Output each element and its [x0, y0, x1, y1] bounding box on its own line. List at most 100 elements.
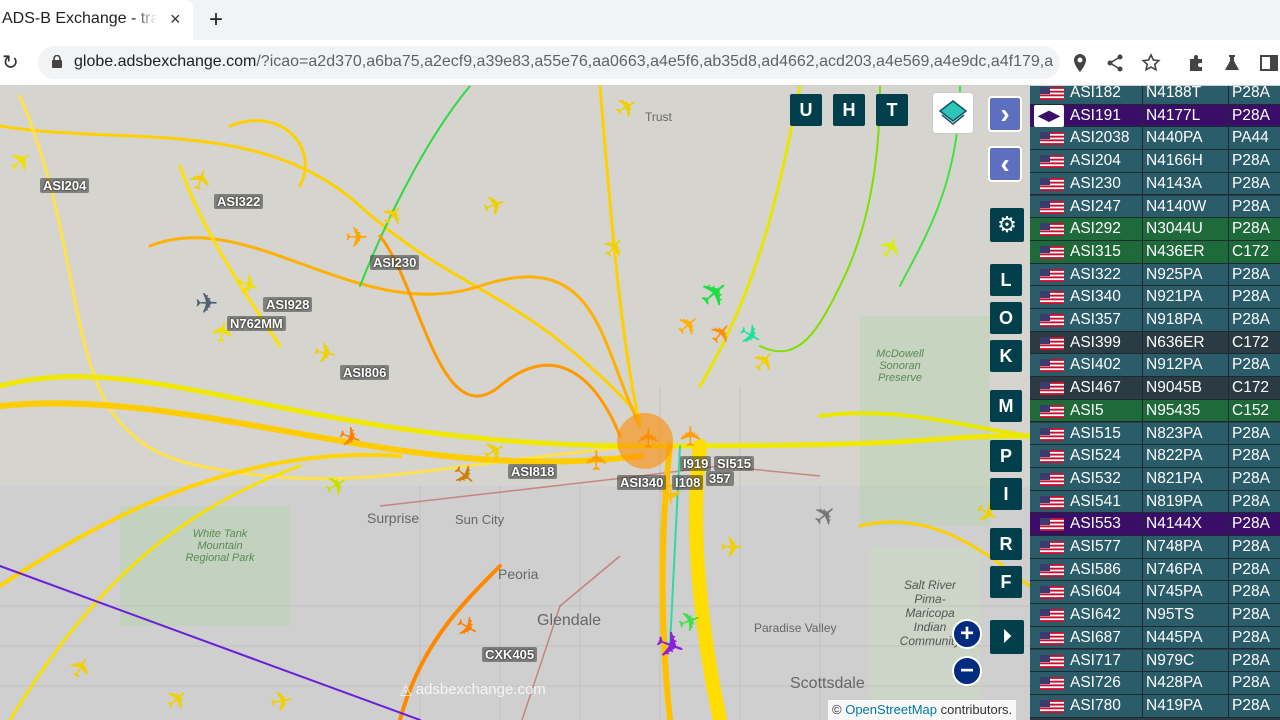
lock-icon[interactable]	[52, 55, 62, 68]
aircraft-list-row[interactable]: ASI604 N745PA P28A	[1030, 581, 1280, 605]
toggle-o-button[interactable]: O	[990, 302, 1022, 334]
aircraft-list-row[interactable]: ASI247 N4140W P28A	[1030, 195, 1280, 219]
active-tab[interactable]: ADS-B Exchange - track aircraft live ×	[0, 0, 193, 40]
aircraft-icon[interactable]: ✈	[676, 424, 707, 447]
tab-close-icon[interactable]: ×	[170, 9, 181, 30]
openstreetmap-link[interactable]: OpenStreetMap	[845, 702, 937, 717]
aircraft-list-row[interactable]: ASI230 N4143A P28A	[1030, 172, 1280, 196]
aircraft-label[interactable]: ASI340	[617, 475, 667, 490]
aircraft-list-row[interactable]: ASI541 N819PA P28A	[1030, 490, 1280, 514]
aircraft-list-row[interactable]: ASI322 N925PA P28A	[1030, 263, 1280, 287]
aircraft-icon[interactable]: ✈	[267, 684, 295, 719]
aircraft-list-row[interactable]: ASI292 N3044U P28A	[1030, 218, 1280, 241]
type-cell: P28A	[1232, 583, 1270, 601]
layers-button[interactable]	[932, 92, 974, 134]
url-text[interactable]: globe.adsbexchange.com/?icao=a2d370,a6ba…	[74, 53, 1054, 71]
aircraft-label[interactable]: I108	[672, 475, 704, 490]
aircraft-list-row[interactable]: ASI5 N95435 C152	[1030, 399, 1280, 423]
callsign-cell: ASI467	[1070, 379, 1121, 397]
toggle-f-button[interactable]: F	[990, 566, 1022, 598]
aircraft-label[interactable]: N762MM	[227, 316, 286, 331]
aircraft-list-row[interactable]: ASI2038 N440PA PA44	[1030, 127, 1280, 151]
aircraft-label[interactable]: ASI204	[40, 178, 90, 193]
aircraft-label[interactable]: ASI322	[214, 194, 264, 209]
callsign-cell: ASI5	[1070, 401, 1104, 419]
registration-cell: N748PA	[1146, 538, 1203, 555]
replay-icon[interactable]: ⏵	[990, 620, 1024, 654]
aircraft-label[interactable]: CXK405	[482, 647, 538, 662]
aircraft-list-row[interactable]: ASI204 N4166H P28A	[1030, 150, 1280, 173]
aircraft-icon[interactable]: ✈	[311, 336, 339, 371]
bookmark-star-icon[interactable]	[1141, 53, 1161, 73]
aircraft-list-row[interactable]: ASI687 N445PA P28A	[1030, 626, 1280, 650]
layers-icon	[938, 100, 968, 125]
aircraft-label[interactable]: 357	[706, 471, 734, 486]
toggle-p-button[interactable]: P	[990, 440, 1022, 472]
area-label: Trust	[645, 110, 672, 124]
aircraft-list-row[interactable]: ASI515 N823PA P28A	[1030, 422, 1280, 446]
labs-flask-icon[interactable]	[1222, 53, 1242, 73]
type-cell: P28A	[1232, 311, 1270, 328]
toggle-r-button[interactable]: R	[990, 528, 1022, 560]
aircraft-label[interactable]: ASI928	[263, 297, 313, 312]
toggle-t-button[interactable]: T	[876, 94, 908, 126]
aircraft-list-row[interactable]: ASI577 N748PA P28A	[1030, 536, 1280, 559]
aircraft-list-row[interactable]: ASI315 N436ER C172	[1030, 240, 1280, 264]
type-cell: P28A	[1232, 356, 1270, 374]
forward-nav-button[interactable]: ›	[988, 96, 1022, 132]
aircraft-icon[interactable]: ✈	[582, 448, 613, 471]
panel-resize-handle-icon[interactable]: ◀▶	[1034, 104, 1064, 127]
aircraft-list-row[interactable]: ASI340 N921PA P28A	[1030, 286, 1280, 309]
share-icon[interactable]	[1105, 53, 1125, 73]
aircraft-label[interactable]: I919	[680, 456, 712, 471]
aircraft-list-row[interactable]: ASI553 N4144X P28A	[1030, 513, 1280, 536]
town-label: Scottsdale	[790, 675, 865, 692]
aircraft-list-row[interactable]: ASI726 N428PA P28A	[1030, 672, 1280, 695]
aircraft-list-row[interactable]: ASI780 N419PA P28A	[1030, 694, 1280, 718]
aircraft-icon[interactable]: ✈	[195, 290, 218, 318]
aircraft-icon[interactable]: ✈	[345, 224, 368, 252]
omnibox[interactable]: globe.adsbexchange.com/?icao=a2d370,a6ba…	[38, 46, 1060, 79]
reload-icon[interactable]: ↻	[2, 50, 19, 75]
callsign-cell: ASI541	[1070, 492, 1121, 510]
aircraft-icon[interactable]: ✈	[634, 426, 665, 449]
aircraft-label[interactable]: SI515	[714, 456, 754, 471]
aircraft-list-row[interactable]: ASI357 N918PA P28A	[1030, 309, 1280, 332]
aircraft-list-panel[interactable]: ASI182 N4188T P28A ASI191 N4177L P28A ASI2038 N…	[1030, 86, 1280, 720]
settings-gear-icon[interactable]: ⚙	[990, 208, 1024, 242]
toggle-u-button[interactable]: U	[790, 94, 822, 126]
aircraft-list-row[interactable]: ASI532 N821PA P28A	[1030, 467, 1280, 491]
toggle-k-button[interactable]: K	[990, 340, 1022, 372]
zoom-in-button[interactable]: +	[952, 619, 982, 649]
zoom-out-button[interactable]: −	[952, 656, 982, 686]
type-cell: P28A	[1232, 560, 1270, 578]
aircraft-label[interactable]: ASI806	[340, 365, 390, 380]
toggle-l-button[interactable]: L	[990, 264, 1022, 296]
location-icon[interactable]	[1070, 53, 1090, 73]
registration-cell: N440PA	[1146, 129, 1203, 147]
toggle-h-button[interactable]: H	[833, 94, 865, 126]
type-cell: P28A	[1232, 515, 1270, 533]
aircraft-list-row[interactable]: ASI467 N9045B C172	[1030, 377, 1280, 400]
toggle-m-button[interactable]: M	[990, 390, 1022, 422]
aircraft-list-row[interactable]: ASI524 N822PA P28A	[1030, 445, 1280, 468]
back-nav-button[interactable]: ‹	[988, 146, 1022, 182]
aircraft-list-row[interactable]: ASI717 N979C P28A	[1030, 649, 1280, 673]
aircraft-label[interactable]: ASI230	[370, 255, 420, 270]
aircraft-list-row[interactable]: ASI191 N4177L P28A	[1030, 104, 1280, 128]
aircraft-label[interactable]: ASI818	[508, 464, 558, 479]
aircraft-list-row[interactable]: ASI642 N95TS P28A	[1030, 604, 1280, 627]
new-tab-button[interactable]: +	[209, 6, 223, 34]
aircraft-list-row[interactable]: ASI399 N636ER C172	[1030, 331, 1280, 355]
aircraft-list-row[interactable]: ASI586 N746PA P28A	[1030, 558, 1280, 582]
side-panel-icon[interactable]	[1259, 53, 1279, 73]
registration-cell: N636ER	[1146, 333, 1205, 351]
extensions-icon[interactable]	[1186, 53, 1206, 73]
flight-map[interactable]: Surprise Sun City Peoria Glendale Scotts…	[0, 86, 1030, 720]
tab-title[interactable]: ADS-B Exchange - track aircraft live	[2, 10, 157, 28]
aircraft-list-row[interactable]: ASI402 N912PA P28A	[1030, 354, 1280, 378]
aircraft-icon[interactable]: ✈	[720, 534, 743, 562]
aircraft-list-row[interactable]: ASI182 N4188T P28A	[1030, 86, 1280, 105]
toggle-i-button[interactable]: I	[990, 478, 1022, 510]
callsign-cell: ASI204	[1070, 152, 1121, 170]
